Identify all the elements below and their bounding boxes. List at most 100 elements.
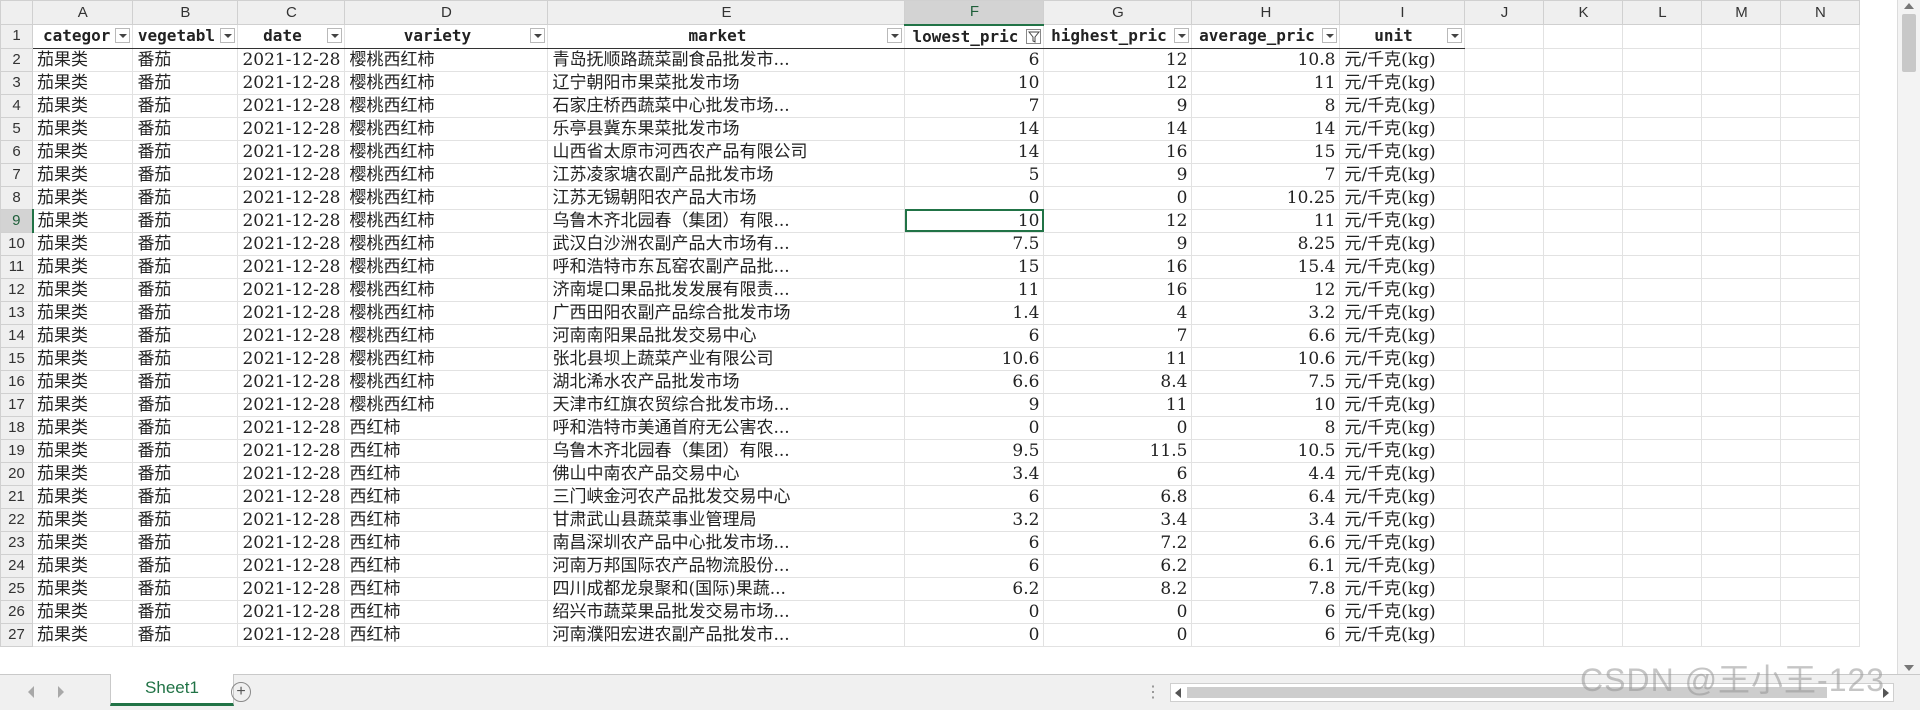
empty-cell[interactable] xyxy=(1543,208,1624,233)
empty-cell[interactable] xyxy=(1543,116,1624,141)
table-cell[interactable]: 7.8 xyxy=(1191,576,1341,601)
empty-cell[interactable] xyxy=(1543,300,1624,325)
table-cell[interactable]: 14 xyxy=(1043,116,1193,141)
table-cell[interactable]: 石家庄桥西蔬菜中心批发市场... xyxy=(547,93,906,118)
empty-cell[interactable] xyxy=(1543,392,1624,417)
table-cell[interactable]: 10.6 xyxy=(1191,346,1341,371)
scroll-down-arrow-icon[interactable] xyxy=(1904,665,1914,671)
empty-cell[interactable] xyxy=(1464,254,1545,279)
table-cell[interactable]: 茄果类 xyxy=(31,392,134,417)
table-cell[interactable]: 9 xyxy=(1043,93,1193,118)
empty-cell[interactable] xyxy=(1622,254,1703,279)
table-cell[interactable]: 番茄 xyxy=(132,369,239,394)
row-number[interactable]: 11 xyxy=(0,254,33,279)
empty-cell[interactable] xyxy=(1780,461,1861,486)
header-cell-categor[interactable]: categor xyxy=(31,24,134,49)
table-cell[interactable]: 西红柿 xyxy=(344,507,549,532)
table-cell[interactable]: 西红柿 xyxy=(344,438,549,463)
table-cell[interactable]: 15 xyxy=(1191,139,1341,164)
table-cell[interactable]: 茄果类 xyxy=(31,553,134,578)
table-cell[interactable]: 茄果类 xyxy=(31,576,134,601)
table-cell[interactable]: 8 xyxy=(1191,93,1341,118)
table-cell[interactable]: 樱桃西红柿 xyxy=(344,47,549,72)
table-cell[interactable]: 8 xyxy=(1191,415,1341,440)
empty-cell[interactable] xyxy=(1543,530,1624,555)
table-cell[interactable]: 9 xyxy=(904,392,1045,417)
table-cell[interactable]: 2021-12-28 xyxy=(237,553,346,578)
table-cell[interactable]: 0 xyxy=(1043,185,1193,210)
empty-cell[interactable] xyxy=(1464,277,1545,302)
empty-cell[interactable] xyxy=(1543,254,1624,279)
empty-cell[interactable] xyxy=(1780,323,1861,348)
empty-cell[interactable] xyxy=(1464,323,1545,348)
table-cell[interactable]: 元/千克(kg) xyxy=(1339,277,1466,302)
empty-cell[interactable] xyxy=(1701,392,1782,417)
filter-dropdown-icon[interactable] xyxy=(887,28,903,43)
empty-cell[interactable] xyxy=(1622,24,1703,49)
row-number[interactable]: 19 xyxy=(0,438,33,463)
table-cell[interactable]: 11 xyxy=(1043,392,1193,417)
table-cell[interactable]: 樱桃西红柿 xyxy=(344,139,549,164)
empty-cell[interactable] xyxy=(1543,323,1624,348)
table-cell[interactable]: 樱桃西红柿 xyxy=(344,254,549,279)
column-header-a[interactable]: A xyxy=(31,0,134,25)
table-cell[interactable]: 元/千克(kg) xyxy=(1339,162,1466,187)
table-cell[interactable]: 樱桃西红柿 xyxy=(344,277,549,302)
empty-cell[interactable] xyxy=(1780,208,1861,233)
table-cell[interactable]: 8.4 xyxy=(1043,369,1193,394)
table-cell[interactable]: 樱桃西红柿 xyxy=(344,70,549,95)
table-cell[interactable]: 樱桃西红柿 xyxy=(344,300,549,325)
empty-cell[interactable] xyxy=(1701,530,1782,555)
table-cell[interactable]: 3.4 xyxy=(1043,507,1193,532)
table-cell[interactable]: 番茄 xyxy=(132,185,239,210)
table-cell[interactable]: 茄果类 xyxy=(31,415,134,440)
table-cell[interactable]: 6.6 xyxy=(1191,323,1341,348)
table-cell[interactable]: 番茄 xyxy=(132,392,239,417)
table-cell[interactable]: 2021-12-28 xyxy=(237,139,346,164)
empty-cell[interactable] xyxy=(1622,599,1703,624)
table-cell[interactable]: 12 xyxy=(1043,208,1193,233)
table-cell[interactable]: 2021-12-28 xyxy=(237,231,346,256)
sheet-tab-sheet1[interactable]: Sheet1 xyxy=(110,674,234,706)
empty-cell[interactable] xyxy=(1464,116,1545,141)
select-all-corner[interactable] xyxy=(0,0,33,25)
empty-cell[interactable] xyxy=(1780,139,1861,164)
filter-dropdown-icon[interactable] xyxy=(1447,28,1463,43)
empty-cell[interactable] xyxy=(1622,116,1703,141)
add-sheet-button[interactable]: + xyxy=(231,682,251,702)
table-cell[interactable]: 11 xyxy=(1191,208,1341,233)
empty-cell[interactable] xyxy=(1701,231,1782,256)
table-cell[interactable]: 茄果类 xyxy=(31,116,134,141)
table-cell[interactable]: 0 xyxy=(904,415,1045,440)
table-cell[interactable]: 16 xyxy=(1043,254,1193,279)
table-cell[interactable]: 茄果类 xyxy=(31,162,134,187)
scroll-left-arrow-icon[interactable] xyxy=(1175,688,1181,698)
empty-cell[interactable] xyxy=(1701,185,1782,210)
table-cell[interactable]: 乐亭县冀东果菜批发市场 xyxy=(547,116,906,141)
empty-cell[interactable] xyxy=(1464,415,1545,440)
empty-cell[interactable] xyxy=(1464,484,1545,509)
row-number[interactable]: 4 xyxy=(0,93,33,118)
empty-cell[interactable] xyxy=(1543,346,1624,371)
empty-cell[interactable] xyxy=(1543,70,1624,95)
table-cell[interactable]: 元/千克(kg) xyxy=(1339,484,1466,509)
row-number[interactable]: 22 xyxy=(0,507,33,532)
table-cell[interactable]: 番茄 xyxy=(132,93,239,118)
empty-cell[interactable] xyxy=(1622,530,1703,555)
table-cell[interactable]: 2021-12-28 xyxy=(237,392,346,417)
empty-cell[interactable] xyxy=(1543,438,1624,463)
empty-cell[interactable] xyxy=(1543,553,1624,578)
table-cell[interactable]: 7.2 xyxy=(1043,530,1193,555)
table-cell[interactable]: 0 xyxy=(904,622,1045,647)
table-cell[interactable]: 茄果类 xyxy=(31,300,134,325)
table-cell[interactable]: 元/千克(kg) xyxy=(1339,438,1466,463)
empty-cell[interactable] xyxy=(1543,484,1624,509)
empty-cell[interactable] xyxy=(1543,47,1624,72)
table-cell[interactable]: 6 xyxy=(904,47,1045,72)
filter-dropdown-icon[interactable] xyxy=(327,28,343,43)
table-cell[interactable]: 天津市红旗农贸综合批发市场... xyxy=(547,392,906,417)
empty-cell[interactable] xyxy=(1543,277,1624,302)
empty-cell[interactable] xyxy=(1701,162,1782,187)
table-cell[interactable]: 7 xyxy=(1191,162,1341,187)
empty-cell[interactable] xyxy=(1464,599,1545,624)
